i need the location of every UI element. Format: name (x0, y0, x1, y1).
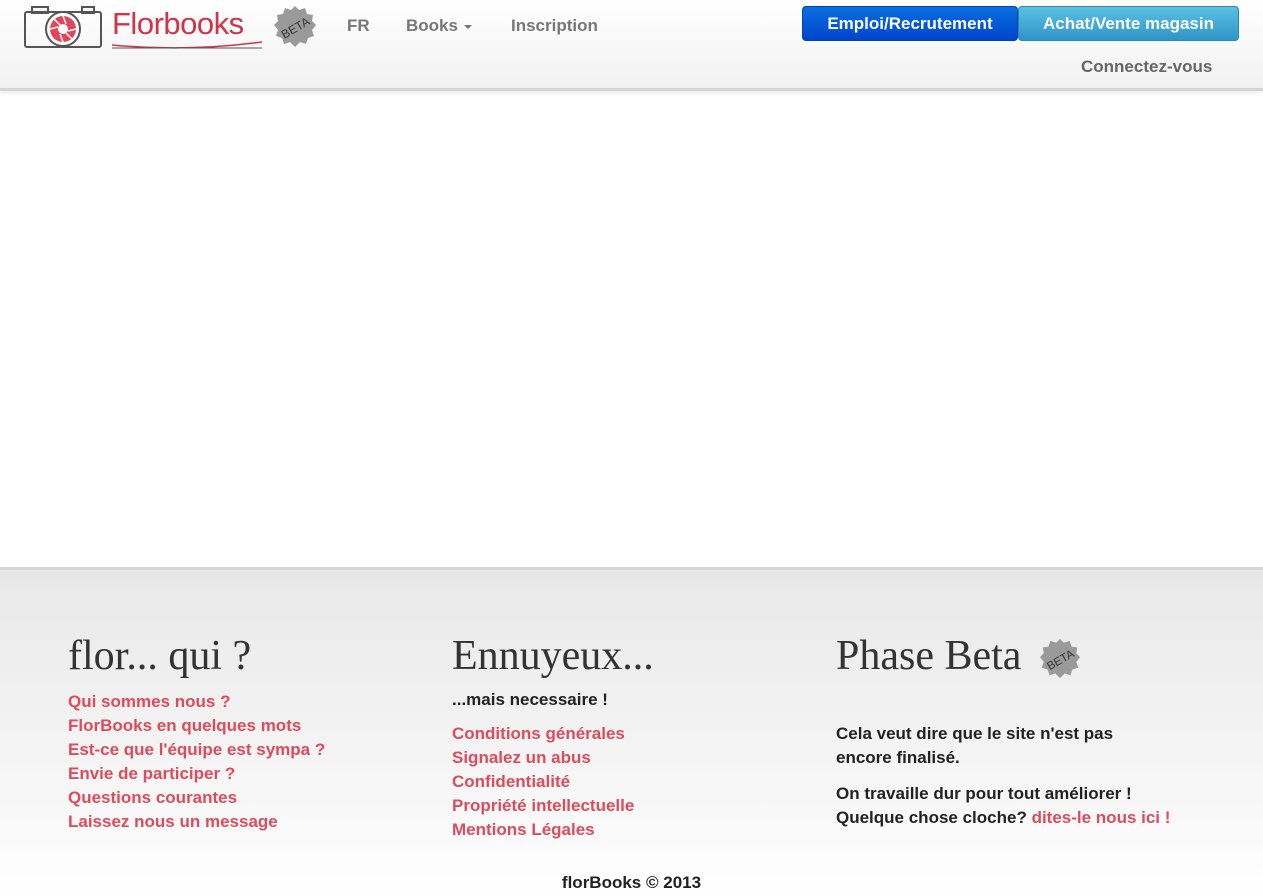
books-dropdown[interactable]: Books (406, 16, 472, 36)
beta-badge: BETA (272, 4, 318, 50)
beta-description: Cela veut dire que le site n'est pas enc… (836, 724, 1114, 767)
top-navbar: Florbooks BETA FR Books Inscription Empl… (0, 0, 1263, 91)
footer: flor... qui ? Qui sommes nous ? FlorBook… (0, 567, 1263, 896)
feedback-link[interactable]: dites-le nous ici ! (1032, 808, 1171, 827)
beta-badge-icon: BETA (1039, 639, 1081, 679)
copyright: florBooks © 2013 (561, 873, 702, 892)
logo-swoosh-icon (112, 41, 262, 49)
footer-col-about: flor... qui ? Qui sommes nous ? FlorBook… (68, 630, 325, 834)
footer-col-beta: Phase Beta BETA Cela veut dire que le si… (836, 630, 1216, 830)
footer-link[interactable]: FlorBooks en quelques mots (68, 714, 325, 738)
language-switch[interactable]: FR (347, 16, 370, 36)
footer-link[interactable]: Conditions générales (452, 722, 654, 746)
beta-feedback-text: Quelque chose cloche? (836, 808, 1027, 827)
signup-link[interactable]: Inscription (511, 16, 598, 36)
footer-col-about-title: flor... qui ? (68, 633, 252, 679)
footer-link[interactable]: Signalez un abus (452, 746, 654, 770)
beta-feedback-line1: On travaille dur pour tout améliorer ! (836, 784, 1132, 803)
footer-link[interactable]: Envie de participer ? (68, 762, 325, 786)
footer-link[interactable]: Est-ce que l'équipe est sympa ? (68, 738, 325, 762)
shop-button[interactable]: Achat/Vente magasin (1018, 6, 1239, 41)
logo-wordmark: Florbooks (112, 6, 244, 41)
footer-link[interactable]: Propriété intellectuelle (452, 794, 654, 818)
login-link[interactable]: Connectez-vous (1081, 57, 1212, 77)
florbooks-logo[interactable]: Florbooks (24, 4, 262, 49)
caret-down-icon (463, 24, 472, 29)
footer-link[interactable]: Mentions Légales (452, 818, 654, 842)
footer-link[interactable]: Questions courantes (68, 786, 325, 810)
beta-feedback-line2: Quelque chose cloche? dites-le nous ici … (836, 806, 1216, 830)
camera-icon (24, 4, 102, 48)
footer-col-legal-subtitle: ...mais necessaire ! (452, 690, 608, 709)
footer-link[interactable]: Laissez nous un message (68, 810, 325, 834)
footer-col-legal: Ennuyeux... ...mais necessaire ! Conditi… (452, 630, 654, 842)
footer-link[interactable]: Qui sommes nous ? (68, 690, 325, 714)
books-label: Books (406, 16, 458, 35)
footer-col-beta-title: Phase Beta BETA (836, 630, 1216, 682)
jobs-button[interactable]: Emploi/Recrutement (802, 6, 1018, 41)
footer-link[interactable]: Confidentialité (452, 770, 654, 794)
footer-col-legal-title: Ennuyeux... (452, 633, 654, 679)
